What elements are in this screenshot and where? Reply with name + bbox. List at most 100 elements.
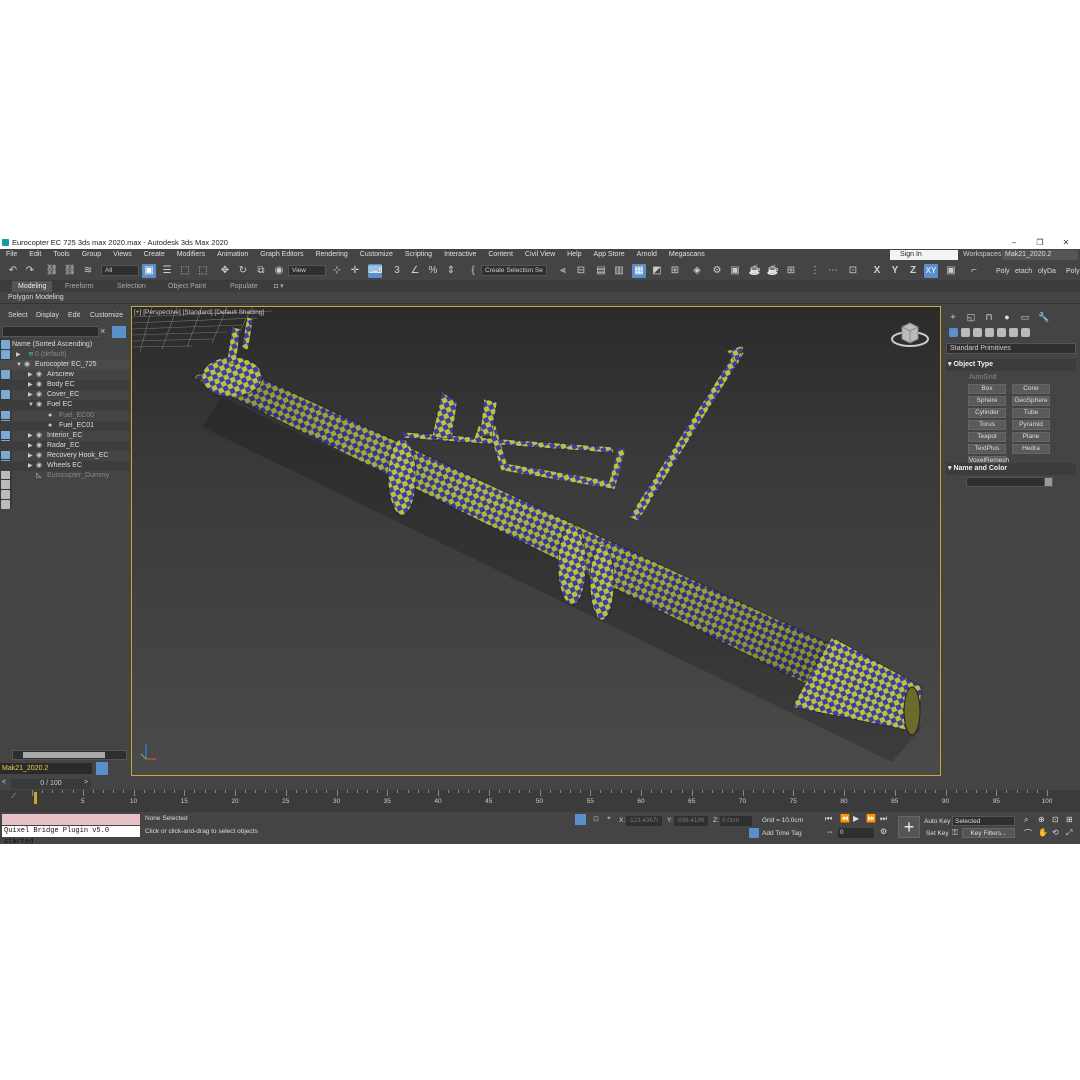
primitive-box-button[interactable]: Box [968, 384, 1006, 394]
edit-named-sel-icon[interactable]: { [466, 264, 480, 278]
slider-next-icon[interactable]: > [84, 779, 88, 786]
add-time-tag[interactable]: Add Time Tag [762, 830, 802, 837]
tree-item[interactable]: ▶ ◉ Wheels EC [0, 461, 130, 472]
clear-search-icon[interactable]: × [100, 326, 109, 337]
object-dot-icon[interactable]: ● [48, 411, 56, 421]
zoom-extents-all-icon[interactable]: ⊞ [1066, 815, 1073, 824]
material-editor-icon[interactable]: ◈ [690, 264, 704, 278]
quixel-message[interactable]: Quixel Bridge Plugin v5.0 started [2, 826, 140, 844]
expand-arrow-icon[interactable]: ▼ [28, 400, 34, 410]
bind-spacewarp-icon[interactable]: ≋ [81, 264, 95, 278]
key-mode-icon[interactable]: ⇔ [826, 827, 834, 836]
menu-content[interactable]: Content [488, 249, 513, 261]
tree-item[interactable]: ◺ Eurocopter_Dummy [0, 471, 130, 481]
tree-item[interactable]: ▶ ◉ Radar_EC [0, 440, 130, 451]
primitive-pyramid-button[interactable]: Pyramid [1012, 420, 1050, 430]
goto-start-icon[interactable]: ⏮ [825, 814, 832, 824]
key-filters-button[interactable]: Key Filters... [962, 828, 1015, 838]
placement-icon[interactable]: ◉ [272, 264, 286, 278]
orbit-icon[interactable]: ⟲ [1052, 828, 1059, 837]
polydata-label[interactable]: olyDa [1038, 268, 1056, 275]
key-icon[interactable]: ⚿ [952, 828, 958, 838]
object-type-rollout[interactable]: ▾ Object Type [946, 359, 1076, 371]
distribute-icon[interactable]: ⋯ [826, 264, 840, 278]
expand-arrow-icon[interactable]: ▶ [28, 380, 34, 390]
menu-edit[interactable]: Edit [29, 249, 41, 261]
expand-arrow-icon[interactable]: ▼ [16, 360, 22, 370]
poly-label[interactable]: Poly [996, 268, 1010, 275]
rect-region-icon[interactable]: ⬚ [178, 264, 192, 278]
tree-item[interactable]: ● Fuel_EC00 [0, 411, 130, 421]
axis-xy-icon[interactable]: XY [924, 264, 938, 278]
explorer-hscrollbar[interactable] [12, 750, 127, 760]
ribbon-options-icon[interactable]: ◘ ▾ [274, 281, 284, 292]
tab-selection[interactable]: Selection [117, 281, 146, 292]
schematic-view-icon[interactable]: ⊞ [668, 264, 682, 278]
menu-customize[interactable]: Customize [360, 249, 393, 261]
prev-frame-icon[interactable]: ⏪ [840, 814, 850, 823]
select-manipulate-icon[interactable]: ✛ [348, 264, 362, 278]
layer-dropdown[interactable]: Mak21_2020.2 [0, 763, 92, 774]
y-coordinate[interactable]: -696.4186 [674, 816, 708, 826]
tree-item[interactable]: ▶ ◉ Interior_EC [0, 431, 130, 441]
toggle-ribbon-icon[interactable]: ▦ [632, 264, 646, 278]
primitive-tube-button[interactable]: Tube [1012, 408, 1050, 418]
explorer-menu-select[interactable]: Select [8, 310, 27, 322]
modify-tab-icon[interactable]: ◱ [966, 312, 976, 322]
menu-modifiers[interactable]: Modifiers [177, 249, 205, 261]
selection-lock-icon[interactable] [575, 814, 586, 825]
menu-help[interactable]: Help [567, 249, 581, 261]
explorer-column-header[interactable]: Name (Sorted Ascending) [12, 340, 130, 350]
expand-arrow-icon[interactable]: ▶ [16, 350, 22, 360]
tree-item[interactable]: ● Fuel_EC01 [0, 420, 130, 431]
menu-app-store[interactable]: App Store [594, 249, 625, 261]
menu-graph-editors[interactable]: Graph Editors [260, 249, 303, 261]
selection-filter-dropdown[interactable]: All [101, 265, 139, 276]
visibility-eye-icon[interactable]: ◉ [36, 451, 44, 461]
curve-editor-icon[interactable]: ◩ [650, 264, 664, 278]
menu-civil-view[interactable]: Civil View [525, 249, 555, 261]
redo-icon[interactable]: ↷ [23, 264, 37, 278]
primitive-type-dropdown[interactable]: Standard Primitives [946, 343, 1076, 354]
track-bar[interactable]: ⟋ 5 10 15 20 25 30 35 40 45 50 55 60 65 70 75 80 85 90 95 1… [0, 790, 1080, 812]
maxscript-listener[interactable] [2, 814, 140, 825]
explorer-menu-display[interactable]: Display [36, 310, 59, 322]
menu-create[interactable]: Create [144, 249, 165, 261]
primitive-textplus-button[interactable]: TextPlus [968, 444, 1006, 454]
time-config-icon[interactable]: ⚙ [880, 827, 887, 836]
workspaces-dropdown[interactable]: Mak21_2020.2 [1002, 250, 1078, 260]
x-coordinate[interactable]: -123.4367r [626, 816, 662, 826]
layout-17-icon[interactable] [1, 500, 10, 509]
expand-arrow-icon[interactable]: ▶ [28, 370, 34, 380]
menu-interactive[interactable]: Interactive [444, 249, 476, 261]
expand-arrow-icon[interactable]: ▶ [28, 461, 34, 471]
render-production-icon[interactable]: ⊞ [784, 264, 798, 278]
menu-file[interactable]: File [6, 249, 17, 261]
object-color-swatch[interactable] [1044, 477, 1053, 487]
next-frame-icon[interactable]: ⏩ [866, 814, 876, 823]
axis-y-icon[interactable]: Y [888, 264, 902, 278]
mini-curve-icon[interactable]: ⟋ [11, 793, 16, 801]
menu-scripting[interactable]: Scripting [405, 249, 432, 261]
spinner-snap-icon[interactable]: ⇕ [444, 264, 458, 278]
menu-rendering[interactable]: Rendering [315, 249, 347, 261]
fov-icon[interactable]: ⌒ [1024, 828, 1032, 839]
menu-megascans[interactable]: Megascans [669, 249, 705, 261]
explorer-search-input[interactable] [2, 326, 99, 337]
motion-tab-icon[interactable]: ● [1002, 312, 1012, 322]
window-crossing-icon[interactable]: ⬚ [196, 264, 210, 278]
tab-modeling[interactable]: Modeling [12, 281, 53, 292]
name-color-rollout[interactable]: ▾ Name and Color [946, 463, 1076, 475]
explorer-menu-customize[interactable]: Customize [90, 310, 123, 322]
utilities-tab-icon[interactable]: 🔧 [1038, 312, 1049, 322]
lights-icon[interactable] [973, 328, 982, 337]
visibility-eye-icon[interactable]: ◉ [36, 400, 44, 410]
minimize-button[interactable]: – [1003, 236, 1025, 249]
tab-object-paint[interactable]: Object Paint [168, 281, 206, 292]
close-button[interactable]: ✕ [1055, 236, 1077, 249]
time-tag-icon[interactable] [749, 828, 759, 838]
layout-15-icon[interactable] [1, 480, 10, 489]
helpers-icon[interactable] [997, 328, 1006, 337]
poly2-label[interactable]: Poly [1066, 268, 1080, 275]
zoom-extents-icon[interactable]: ⊡ [1052, 815, 1059, 824]
